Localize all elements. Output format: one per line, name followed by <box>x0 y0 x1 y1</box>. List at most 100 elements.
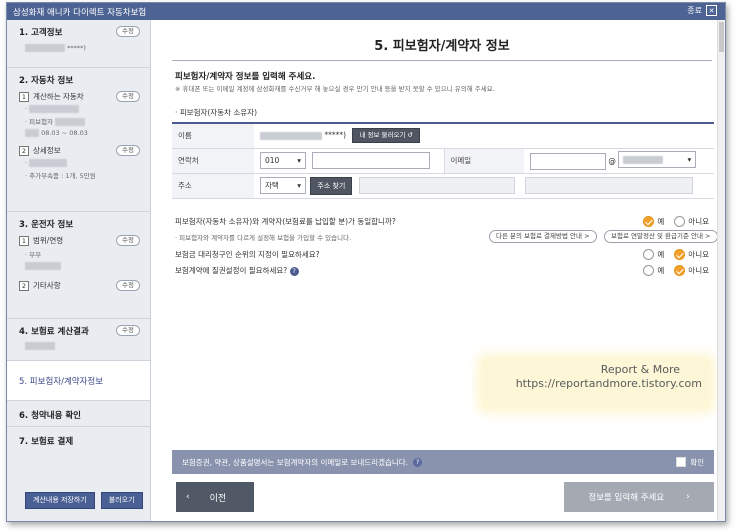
radio-group-same-person: 예 아니요 <box>643 216 709 227</box>
chevron-down-icon: ▾ <box>687 155 692 164</box>
prev-button[interactable]: ‹ 이전 <box>176 482 254 512</box>
radio-no[interactable]: 아니요 <box>674 249 709 260</box>
sub-line <box>19 262 140 270</box>
question-claim-agent: 보험금 대리청구인 순위의 지정이 필요하세요? <box>175 250 320 259</box>
refresh-icon: ↺ <box>407 131 413 140</box>
phone-label: 연락처 <box>172 148 254 174</box>
sidebar-sub-range[interactable]: 1 범위/연령 수정 <box>19 235 140 246</box>
email-domain-select[interactable]: ▾ <box>618 151 697 168</box>
edit-badge[interactable]: 수정 <box>116 235 140 246</box>
phone-number-input[interactable] <box>312 152 431 170</box>
sidebar-section-result[interactable]: 4. 보험료 계산결과 수정 <box>7 319 150 361</box>
load-button[interactable]: 불러오기 <box>100 492 143 509</box>
sidebar-section-title: 6. 청약내용 확인 <box>19 411 81 421</box>
sub-number: 2 <box>19 280 29 291</box>
scroll-thumb[interactable] <box>719 22 724 52</box>
email-label: 이메일 <box>443 148 524 174</box>
address-type-select[interactable]: 자택 ▾ <box>260 176 306 194</box>
radio-checked-icon <box>674 265 686 276</box>
chevron-left-icon: ‹ <box>186 492 190 502</box>
sidebar-section-payment[interactable]: 7. 보험료 결제 <box>7 427 150 453</box>
sidebar-buttons: 계산내용 저장하기 불러오기 <box>25 492 143 509</box>
email-at: @ <box>608 156 616 166</box>
app-window: 삼성화재 애니카 다이렉트 자동차보험 종료 ✕ 1. 고객정보 수정 ****… <box>6 2 726 522</box>
radio-yes[interactable]: 예 <box>643 265 664 276</box>
load-my-info-button[interactable]: 내 정보 불러오기 ↺ <box>352 128 420 144</box>
radio-no[interactable]: 아니요 <box>674 216 709 227</box>
address-label: 주소 <box>172 173 254 199</box>
edit-badge[interactable]: 수정 <box>116 280 140 291</box>
email-id-input[interactable] <box>530 153 606 170</box>
edit-badge[interactable]: 수정 <box>116 145 140 156</box>
lead-text: 피보험자/계약자 정보를 입력해 주세요. <box>175 72 316 82</box>
sub-label: 범위/연령 <box>33 236 64 245</box>
next-button[interactable]: 정보를 입력해 주세요 › <box>564 482 714 512</box>
sub-line: · <box>19 159 140 167</box>
email-notice-bar: 보험증권, 약관, 상품설명서는 보험계약자의 이메일로 보내드리겠습니다. ?… <box>172 450 714 474</box>
radio-yes[interactable]: 예 <box>643 216 664 227</box>
close-label: 종료 <box>687 6 702 15</box>
radio-checked-icon <box>674 249 686 260</box>
chevron-right-icon: › <box>686 492 690 502</box>
close-icon: ✕ <box>706 5 717 16</box>
sidebar-sub-detail[interactable]: 2 상세정보 수정 <box>19 145 140 156</box>
sub-line: · <box>19 105 140 113</box>
radio-yes[interactable]: 예 <box>643 249 664 260</box>
phone-prefix-select[interactable]: 010 ▾ <box>260 151 306 169</box>
radio-group-claim-agent: 예 아니요 <box>643 249 709 260</box>
sidebar-section-driver[interactable]: 3. 운전자 정보 1 범위/연령 수정 · 부부 2 기타사항 수정 <box>7 212 150 319</box>
confirm-label: 확인 <box>690 457 704 467</box>
sub-line: 08.03 ~ 08.03 <box>19 129 140 137</box>
question-same-person: 피보험자(자동차 소유자)와 계약자(보험료를 납입할 분)가 동일합니까? <box>175 217 396 226</box>
window-title: 삼성화재 애니카 다이렉트 자동차보험 <box>13 7 147 18</box>
sidebar-section-insured[interactable]: 5. 피보험자/계약자정보 <box>7 361 150 401</box>
edit-badge[interactable]: 수정 <box>116 325 140 336</box>
sub-label: 계산하는 자동차 <box>33 92 84 101</box>
close-button[interactable]: 종료 ✕ <box>687 5 717 16</box>
sidebar-sub-calc-car[interactable]: 1 계산하는 자동차 수정 <box>19 91 140 102</box>
payment-guide-button[interactable]: 다른 분의 보험료 결제방법 안내 > <box>489 230 597 243</box>
edit-badge[interactable]: 수정 <box>116 26 140 37</box>
watermark-url: https://reportandmore.tistory.com <box>515 377 702 390</box>
sidebar-section-title: 3. 운전자 정보 <box>19 220 74 230</box>
name-masked-suffix: *****) <box>324 130 347 140</box>
confirm-checkbox[interactable]: 확인 <box>676 457 704 468</box>
address-detail-input[interactable] <box>525 177 694 194</box>
sidebar-section-customer[interactable]: 1. 고객정보 수정 *****) <box>7 20 150 68</box>
sub-line <box>19 342 140 350</box>
radio-no[interactable]: 아니요 <box>674 265 709 276</box>
main-content: 5. 피보험자/계약자 정보 피보험자/계약자 정보를 입력해 주세요. ※ 휴… <box>152 20 725 521</box>
sub-line: · 추가부속품 : 1개, 5만원 <box>25 172 96 180</box>
sidebar-section-review[interactable]: 6. 청약내용 확인 <box>7 401 150 427</box>
prev-label: 이전 <box>209 493 227 504</box>
question-pledge: 보험계약에 질권설정이 필요하세요? ? <box>175 265 299 276</box>
scrollbar[interactable] <box>717 20 725 521</box>
address-search-button[interactable]: 주소 찾기 <box>310 176 353 195</box>
sidebar-section-title: 5. 피보험자/계약자정보 <box>19 377 104 387</box>
sub-label: 기타사항 <box>33 281 61 290</box>
edit-badge[interactable]: 수정 <box>116 91 140 102</box>
name-label: 이름 <box>172 123 254 149</box>
title-bar: 삼성화재 애니카 다이렉트 자동차보험 종료 ✕ <box>7 3 725 20</box>
section-subhead: · 피보험자(자동차 소유자) <box>175 108 258 117</box>
sidebar-section-car[interactable]: 2. 자동차 정보 1 계산하는 자동차 수정 · · 피보험자 08.03 ~… <box>7 68 150 212</box>
chevron-down-icon: ▾ <box>297 180 301 190</box>
sidebar-section-title: 2. 자동차 정보 <box>19 76 74 86</box>
chevron-down-icon: ▾ <box>297 155 301 165</box>
sub-line: · 피보험자 <box>19 116 140 126</box>
radio-unchecked-icon <box>643 249 655 260</box>
address-main-input[interactable] <box>358 177 515 194</box>
sidebar-sub-etc[interactable]: 2 기타사항 수정 <box>19 280 140 291</box>
radio-checked-icon <box>643 216 655 227</box>
tax-guide-button[interactable]: 보험료 연말정산 및 환급기준 안내 > <box>604 230 718 243</box>
help-icon[interactable]: ? <box>289 266 299 276</box>
masked-value: *****) <box>19 44 140 52</box>
sub-number: 2 <box>19 145 29 156</box>
save-calc-button[interactable]: 계산내용 저장하기 <box>25 492 95 509</box>
help-icon[interactable]: ? <box>413 457 423 467</box>
sub-line: · 부부 <box>25 251 42 259</box>
sidebar-section-title: 7. 보험료 결제 <box>19 437 74 447</box>
radio-unchecked-icon <box>643 265 655 276</box>
masked-name <box>260 131 322 140</box>
radio-unchecked-icon <box>674 216 686 227</box>
